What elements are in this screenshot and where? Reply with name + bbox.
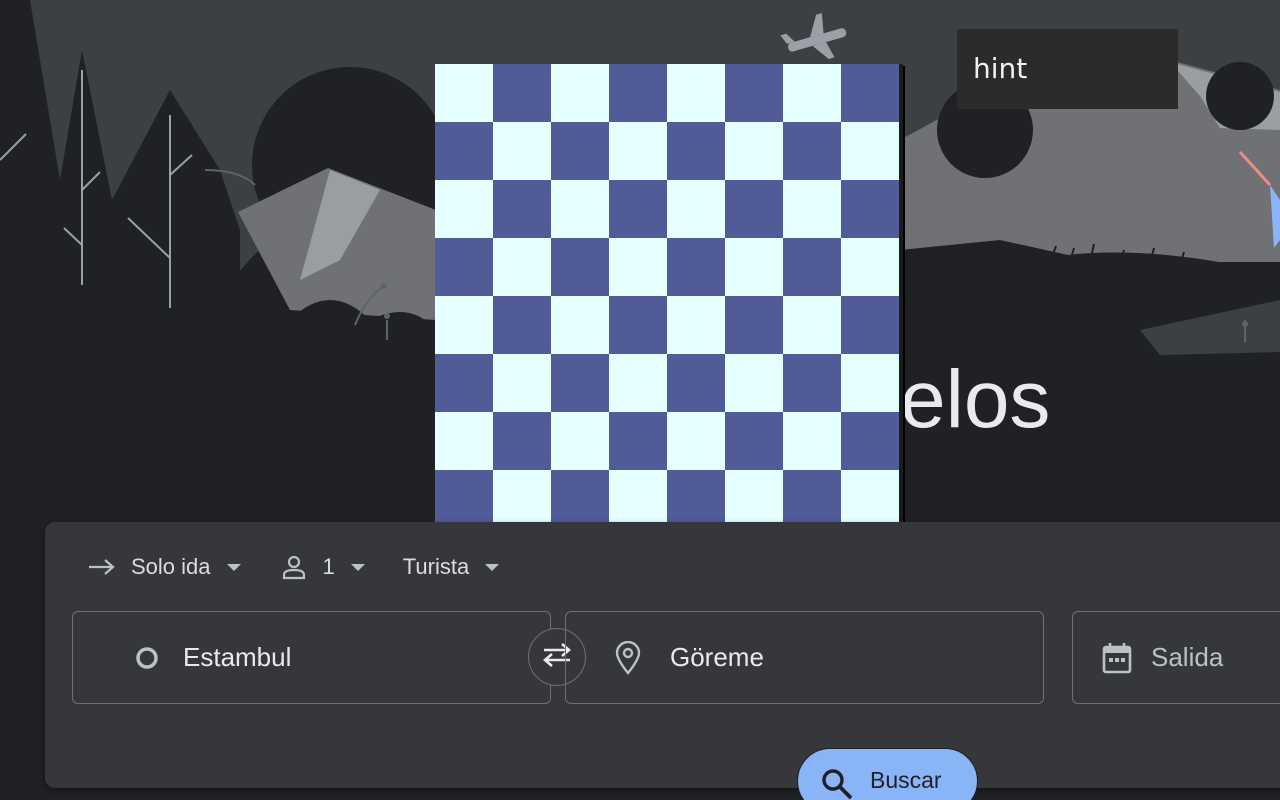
person-icon <box>279 552 309 582</box>
checkerboard-cell[interactable] <box>783 64 841 122</box>
checkerboard-cell[interactable] <box>783 122 841 180</box>
checkerboard-cell[interactable] <box>435 122 493 180</box>
checkerboard-cell[interactable] <box>551 64 609 122</box>
cabin-class-dropdown[interactable]: Turista <box>402 554 500 580</box>
checkerboard-cell[interactable] <box>551 238 609 296</box>
checkerboard-cell[interactable] <box>609 470 667 528</box>
checkerboard-cell[interactable] <box>725 296 783 354</box>
checkerboard-cell[interactable] <box>725 64 783 122</box>
search-icon <box>820 767 854 800</box>
checkerboard-cell[interactable] <box>609 238 667 296</box>
checkerboard-cell[interactable] <box>435 64 493 122</box>
passengers-count: 1 <box>322 554 335 579</box>
checkerboard-cell[interactable] <box>783 412 841 470</box>
checkerboard-cell[interactable] <box>435 180 493 238</box>
destination-field[interactable]: Göreme <box>565 611 1044 704</box>
checkerboard-cell[interactable] <box>725 412 783 470</box>
checkerboard-cell[interactable] <box>435 296 493 354</box>
trip-type-label: Solo ida <box>131 554 211 579</box>
checkerboard-cell[interactable] <box>667 122 725 180</box>
checkerboard-cell[interactable] <box>783 180 841 238</box>
arrow-right-icon <box>87 552 117 582</box>
checkerboard-cell[interactable] <box>841 180 899 238</box>
flights-page: elos hint Solo ida 1 Turista Estambul Gö… <box>0 0 1280 800</box>
checkerboard-cell[interactable] <box>841 238 899 296</box>
checkerboard-cell[interactable] <box>493 238 551 296</box>
checkerboard-cell[interactable] <box>841 296 899 354</box>
checkerboard-cell[interactable] <box>841 122 899 180</box>
destination-value: Göreme <box>670 642 764 672</box>
checkerboard-cell[interactable] <box>609 122 667 180</box>
flight-search-card: Solo ida 1 Turista Estambul Göreme Salid… <box>45 522 1280 800</box>
checkerboard-cell[interactable] <box>667 354 725 412</box>
checkerboard-cell[interactable] <box>609 64 667 122</box>
checkerboard-cell[interactable] <box>667 412 725 470</box>
checkerboard-cell[interactable] <box>609 180 667 238</box>
checkerboard-cell[interactable] <box>783 296 841 354</box>
checkerboard-cell[interactable] <box>551 412 609 470</box>
checkerboard-cell[interactable] <box>435 470 493 528</box>
checkerboard-cell[interactable] <box>841 64 899 122</box>
checkerboard-cell[interactable] <box>493 122 551 180</box>
checkerboard-cell[interactable] <box>551 296 609 354</box>
checkerboard-cell[interactable] <box>841 412 899 470</box>
checkerboard-popup[interactable] <box>435 64 903 532</box>
checkerboard-cell[interactable] <box>493 64 551 122</box>
departure-date-field[interactable]: Salida <box>1072 611 1280 704</box>
checkerboard-cell[interactable] <box>841 354 899 412</box>
departure-placeholder: Salida <box>1151 642 1224 672</box>
checkerboard-cell[interactable] <box>783 238 841 296</box>
checkerboard-cell[interactable] <box>667 238 725 296</box>
checkerboard-cell[interactable] <box>667 180 725 238</box>
checkerboard-cell[interactable] <box>551 354 609 412</box>
checkerboard-cell[interactable] <box>551 122 609 180</box>
checkerboard-grid[interactable] <box>435 64 899 528</box>
calendar-icon <box>1099 640 1135 676</box>
checkerboard-cell[interactable] <box>551 470 609 528</box>
checkerboard-cell[interactable] <box>493 180 551 238</box>
chevron-down-icon <box>226 563 241 571</box>
origin-value: Estambul <box>183 642 292 672</box>
hint-text: hint <box>973 52 1028 85</box>
checkerboard-cell[interactable] <box>783 354 841 412</box>
checkerboard-cell[interactable] <box>667 470 725 528</box>
location-pin-icon <box>610 640 646 676</box>
checkerboard-cell[interactable] <box>725 122 783 180</box>
checkerboard-cell[interactable] <box>493 354 551 412</box>
checkerboard-cell[interactable] <box>609 354 667 412</box>
checkerboard-cell[interactable] <box>551 180 609 238</box>
passengers-dropdown[interactable]: 1 <box>279 552 365 582</box>
chevron-down-icon <box>485 563 500 571</box>
chevron-down-icon <box>350 563 365 571</box>
search-button-label: Buscar <box>870 767 942 793</box>
checkerboard-cell[interactable] <box>609 296 667 354</box>
checkerboard-cell[interactable] <box>725 470 783 528</box>
checkerboard-cell[interactable] <box>667 64 725 122</box>
trip-options-row: Solo ida 1 Turista <box>87 552 537 582</box>
checkerboard-cell[interactable] <box>435 412 493 470</box>
checkerboard-cell[interactable] <box>609 412 667 470</box>
checkerboard-cell[interactable] <box>841 470 899 528</box>
checkerboard-cell[interactable] <box>725 354 783 412</box>
circle-outline-icon <box>129 640 165 676</box>
cabin-class-label: Turista <box>402 554 470 579</box>
checkerboard-cell[interactable] <box>725 238 783 296</box>
page-title-text: elos <box>900 354 1051 445</box>
checkerboard-cell[interactable] <box>435 238 493 296</box>
checkerboard-cell[interactable] <box>783 470 841 528</box>
checkerboard-cell[interactable] <box>435 354 493 412</box>
checkerboard-cell[interactable] <box>667 296 725 354</box>
checkerboard-cell[interactable] <box>493 296 551 354</box>
checkerboard-cell[interactable] <box>493 470 551 528</box>
trip-type-dropdown[interactable]: Solo ida <box>87 552 241 582</box>
origin-field[interactable]: Estambul <box>72 611 551 704</box>
checkerboard-cell[interactable] <box>493 412 551 470</box>
checkerboard-cell[interactable] <box>725 180 783 238</box>
search-button[interactable]: Buscar <box>797 748 978 800</box>
hint-tooltip: hint <box>957 29 1178 109</box>
